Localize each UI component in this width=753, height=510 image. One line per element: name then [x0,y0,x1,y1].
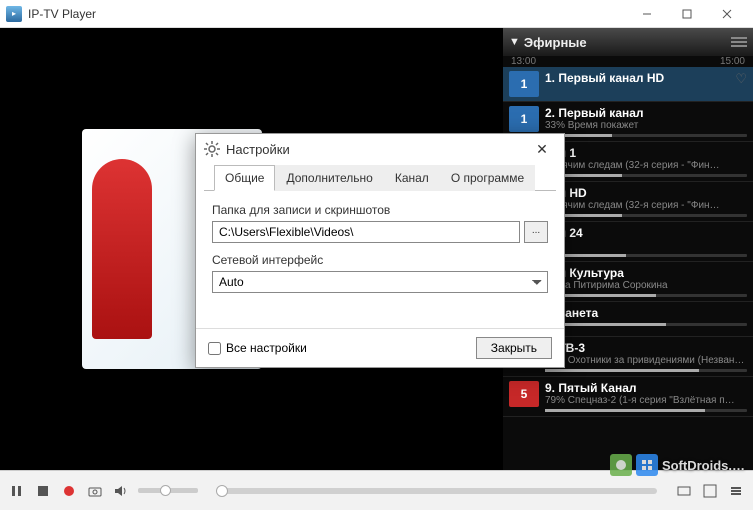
record-button[interactable] [60,482,78,500]
channel-progress [545,134,747,137]
channel-progress [545,254,747,257]
menu-icon[interactable] [731,37,747,47]
channel-info: сия Культура итеза Питирима Сорокина [545,266,747,297]
dialog-body: Папка для записи и скриншотов ... Сетево… [196,191,564,328]
player-controls [0,470,753,510]
channel-name: сия 24 [545,226,747,240]
collapse-icon: ▼ [509,36,520,48]
channel-program: итеза Питирима Сорокина [545,280,747,291]
dialog-tabs: Общие Дополнительно Канал О программе [204,164,556,191]
favorite-icon[interactable]: ♡ [735,71,747,87]
channel-program: горячим следам (32-я серия - "Фин… [545,160,747,171]
channel-item[interactable]: 5 9. Пятый Канал 79% Спецназ-2 (1-я сери… [503,377,753,417]
tab-about[interactable]: О программе [440,165,535,191]
watermark: SoftDroids.… [610,454,745,476]
settings-dialog: Настройки ✕ Общие Дополнительно Канал О … [195,133,565,368]
all-settings-check[interactable] [208,342,221,355]
channel-progress [545,323,747,326]
gear-icon [204,141,220,157]
channel-program: горячим следам (32-я серия - "Фин… [545,200,747,211]
maximize-button[interactable] [667,1,707,27]
all-settings-label: Все настройки [226,341,307,355]
channel-program: 76% Охотники за привидениями (Незван… [545,355,747,366]
dialog-titlebar: Настройки ✕ [196,134,564,164]
volume-icon[interactable] [112,482,130,500]
dialog-footer: Все настройки Закрыть [196,328,564,367]
channel-logo: 1 [509,71,539,97]
channel-name: 9. Пятый Канал [545,381,747,395]
iface-label: Сетевой интерфейс [212,253,548,267]
channel-program: 33% Время покажет [545,120,747,131]
timeline-end: 15:00 [720,56,745,67]
channel-program: и [545,240,747,251]
window-titlebar: ▸ IP-TV Player [0,0,753,28]
channel-info: 8. ТВ-3 76% Охотники за привидениями (Не… [545,341,747,372]
timeline-start: 13:00 [511,56,536,67]
channel-name: сия 1 [545,146,747,160]
timeline-row: 13:00 15:00 [503,56,753,67]
playlist-button[interactable] [727,482,745,500]
channel-info: сия 1 горячим следам (32-я серия - "Фин… [545,146,747,177]
channel-progress [545,409,747,412]
windows-icon [636,454,658,476]
dialog-close-button[interactable]: Закрыть [476,337,552,359]
android-icon [610,454,632,476]
window-controls [627,1,747,27]
channel-name: сия Культура [545,266,747,280]
channel-logo: 1 [509,106,539,132]
iface-select[interactable]: Auto [212,271,548,293]
channel-progress [545,294,747,297]
channel-info: сия 24 и [545,226,747,257]
snapshot-button[interactable] [86,482,104,500]
channel-progress [545,214,747,217]
channel-info: 2. Первый канал 33% Время покажет [545,106,747,137]
volume-slider[interactable] [138,488,198,493]
tab-channel[interactable]: Канал [384,165,440,191]
sidebar-header[interactable]: ▼ Эфирные [503,28,753,56]
channel-item[interactable]: 1 1. Первый канал HD ♡ [503,67,753,102]
fullscreen-button[interactable] [701,482,719,500]
channel-progress [545,369,747,372]
close-button[interactable] [707,1,747,27]
seek-bar[interactable] [216,488,657,494]
stop-button[interactable] [34,482,52,500]
channel-info: сия HD горячим следам (32-я серия - "Фин… [545,186,747,217]
minimize-button[interactable] [627,1,667,27]
watermark-text: SoftDroids.… [662,458,745,473]
sidebar-title: Эфирные [524,35,587,50]
channel-info: -Планета [545,306,747,332]
tab-general[interactable]: Общие [214,165,275,191]
channel-logo: 5 [509,381,539,407]
tab-advanced[interactable]: Дополнительно [275,165,383,191]
channel-name: -Планета [545,306,747,320]
channel-info: 9. Пятый Канал 79% Спецназ-2 (1-я серия … [545,381,747,412]
all-settings-checkbox[interactable]: Все настройки [208,341,307,355]
channel-progress [545,174,747,177]
app-icon: ▸ [6,6,22,22]
browse-button[interactable]: ... [524,221,548,243]
channel-info: 1. Первый канал HD [545,71,747,97]
folder-input[interactable] [212,221,520,243]
folder-label: Папка для записи и скриншотов [212,203,548,217]
channel-program: 79% Спецназ-2 (1-я серия "Взлётная п… [545,395,747,406]
aspect-button[interactable] [675,482,693,500]
channel-name: 8. ТВ-3 [545,341,747,355]
dialog-close-icon[interactable]: ✕ [528,141,556,158]
app-title: IP-TV Player [28,7,96,21]
channel-name: 2. Первый канал [545,106,747,120]
pause-button[interactable] [8,482,26,500]
channel-name: 1. Первый канал HD [545,71,747,85]
channel-name: сия HD [545,186,747,200]
dialog-title: Настройки [226,142,290,157]
